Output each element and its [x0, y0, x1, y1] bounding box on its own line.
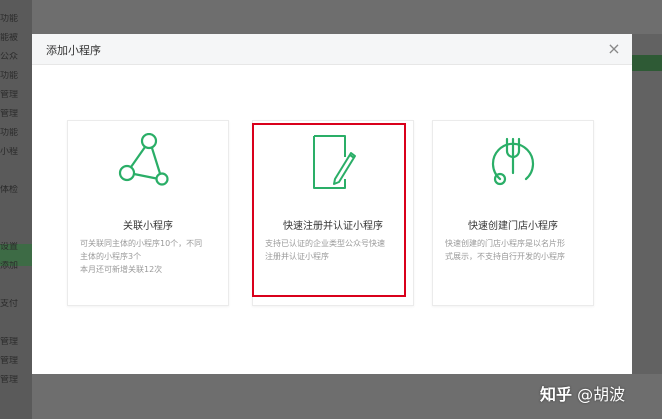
- background-sidebar-item: 功能: [0, 128, 19, 138]
- background-sidebar-item: 设置: [0, 242, 19, 252]
- close-icon[interactable]: ×: [604, 39, 624, 59]
- store-fork-icon: [433, 133, 593, 199]
- add-mini-program-dialog: 添加小程序 × 关联小程序 可关联同主体的小程序10个，不同 主体的小程序3个 …: [32, 34, 632, 374]
- background-sidebar-item: 管理: [0, 356, 19, 366]
- card-title: 快速创建门店小程序: [468, 221, 558, 232]
- background-sidebar-item: 管理: [0, 90, 19, 100]
- background-sidebar-item: 功能: [0, 71, 19, 81]
- card-description-line: 注册并认证小程序: [265, 252, 329, 261]
- card-quick-register[interactable]: 快速注册并认证小程序 支持已认证的企业类型公众号快速 注册并认证小程序: [252, 120, 414, 306]
- background-sidebar-item: 能被: [0, 33, 19, 43]
- card-title: 快速注册并认证小程序: [283, 221, 383, 232]
- dialog-header: 添加小程序 ×: [32, 34, 632, 65]
- card-description: 可关联同主体的小程序10个，不同 主体的小程序3个 本月还可新增关联12次: [80, 237, 220, 276]
- background-sidebar: 功能 能被 公众 功能 管理 管理 功能 小程 体检 设置 添加 支付 管理 管理 管理: [0, 0, 32, 419]
- zhihu-watermark: 知乎 @胡波: [540, 381, 625, 405]
- background-right-panel: [632, 34, 662, 374]
- card-description-line: 支持已认证的企业类型公众号快速: [265, 239, 385, 248]
- background-sidebar-item: 小程: [0, 147, 19, 157]
- background-sidebar-item: 管理: [0, 109, 19, 119]
- background-sidebar-item: 功能: [0, 14, 19, 24]
- background-sidebar-item: 管理: [0, 375, 19, 385]
- card-description-line: 本月还可新增关联12次: [80, 265, 163, 274]
- card-description-line: 主体的小程序3个: [80, 252, 142, 261]
- card-description-line: 可关联同主体的小程序10个，不同: [80, 239, 203, 248]
- background-sidebar-item: 添加: [0, 261, 19, 271]
- background-green-button: [632, 55, 662, 71]
- card-create-store[interactable]: 快速创建门店小程序 快速创建的门店小程序是以名片形 式展示，不支持自行开发的小程…: [432, 120, 594, 306]
- card-description-line: 式展示，不支持自行开发的小程序: [445, 252, 565, 261]
- card-description: 支持已认证的企业类型公众号快速 注册并认证小程序: [265, 237, 405, 263]
- watermark-logo: 知乎: [540, 385, 573, 404]
- background-sidebar-item: 公众: [0, 52, 19, 62]
- card-description: 快速创建的门店小程序是以名片形 式展示，不支持自行开发的小程序: [445, 237, 585, 263]
- background-sidebar-item: 支付: [0, 299, 19, 309]
- share-nodes-icon: [68, 133, 228, 199]
- card-description-line: 快速创建的门店小程序是以名片形: [445, 239, 565, 248]
- background-sidebar-item: 体检: [0, 185, 19, 195]
- document-edit-icon: [253, 133, 413, 199]
- card-title: 关联小程序: [123, 221, 173, 232]
- background-sidebar-item: 管理: [0, 337, 19, 347]
- watermark-author: @胡波: [577, 385, 626, 404]
- card-link-mini-program[interactable]: 关联小程序 可关联同主体的小程序10个，不同 主体的小程序3个 本月还可新增关联…: [67, 120, 229, 306]
- dialog-title: 添加小程序: [46, 44, 101, 57]
